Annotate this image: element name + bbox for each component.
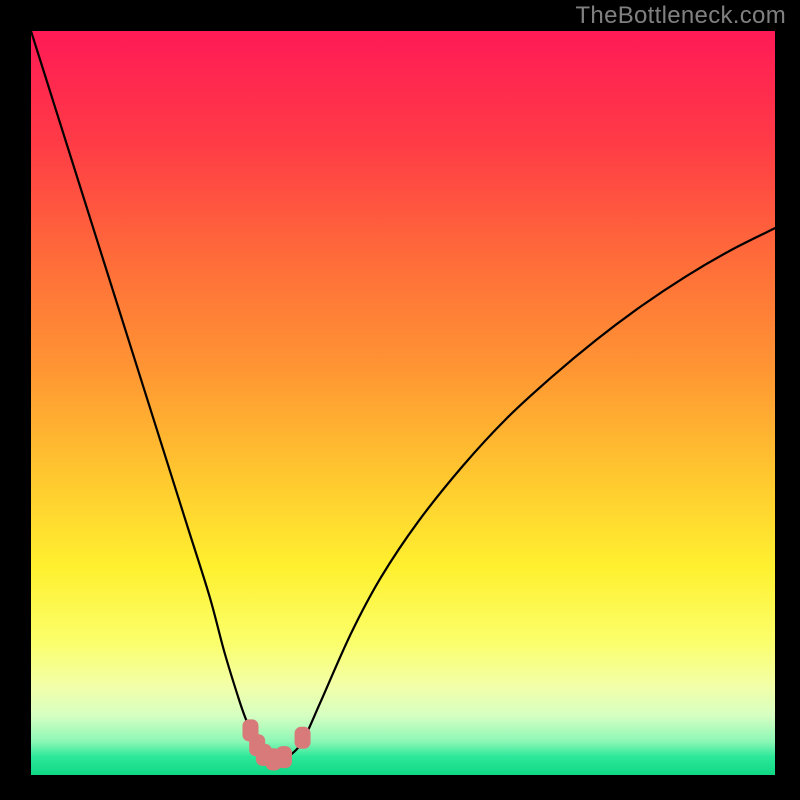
plot-area (31, 31, 775, 775)
chart-stage: TheBottleneck.com (0, 0, 800, 800)
plot-svg (31, 31, 775, 775)
curve-marker (295, 727, 310, 748)
curve-marker (276, 747, 291, 768)
watermark-text: TheBottleneck.com (575, 2, 786, 30)
plot-background (31, 31, 775, 775)
